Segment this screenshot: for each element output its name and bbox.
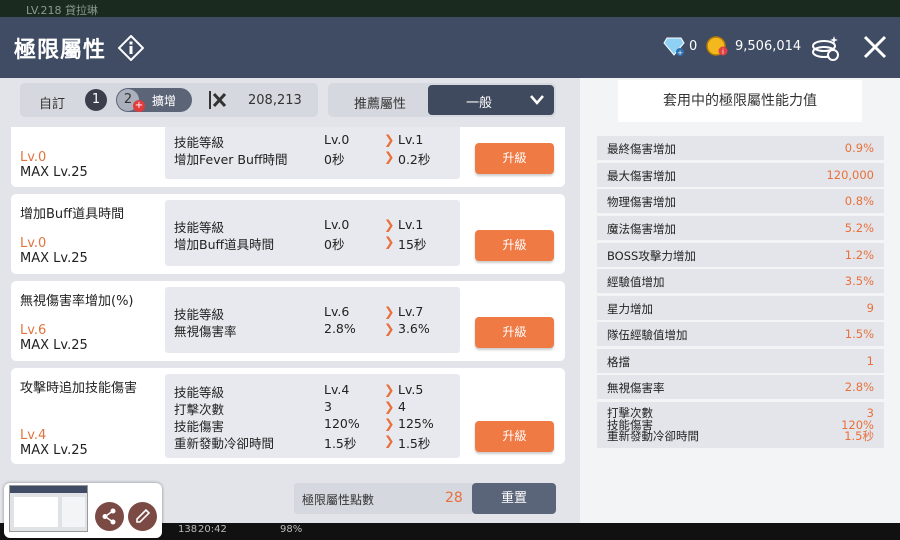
stat-row: 隊伍經驗值增加 1.5% [597,322,884,346]
detail-row: 技能等級 Lv.0 ❯ Lv.1 [174,132,424,150]
skill-max-level: MAX Lv.25 [20,338,88,353]
detail-row: 無視傷害率 2.8% ❯ 3.6% [174,321,430,339]
pencil-icon [136,508,151,523]
plus-badge-icon: + [133,100,145,112]
behind-player-label: LV.218 貸拉琳 [26,4,99,17]
skill-list[interactable]: Lv.0 MAX Lv.25 技能等級 Lv.0 ❯ Lv.1 增加Fever Buf… [0,127,580,467]
close-icon[interactable] [862,34,888,60]
skill-detail-box: 技能等級 Lv.0 ❯ Lv.1 增加Buff道具時間 0秒 ❯ 15秒 [165,200,460,266]
ping-value: 138 [178,524,198,535]
expand-button[interactable]: 2 + 擴增 [116,88,192,112]
detail-row: 打擊次數 3 ❯ 4 [174,399,406,417]
coin-settings-icon[interactable] [808,30,842,64]
skill-max-level: MAX Lv.25 [20,165,88,180]
stats-title: 套用中的極限屬性能力值 [618,80,862,122]
diamond-icon: + [663,37,685,57]
stat-row: 最大傷害增加 120,000 [597,163,884,187]
skill-level: Lv.0 [20,150,47,165]
page-title: 極限屬性 [14,37,107,63]
detail-row: 技能等級 Lv.0 ❯ Lv.1 [174,217,424,235]
svg-text:+: + [677,49,683,57]
custom-label: 自訂 [39,97,66,112]
upgrade-button[interactable]: 升級 [475,317,554,348]
detail-row: 增加Fever Buff時間 0秒 ❯ 0.2秒 [174,149,431,167]
skill-detail-box: 技能等級 Lv.4 ❯ Lv.5 打擊次數 3 ❯ 4 技能傷害 120% ❯ 125% 重新發動… [165,374,460,458]
skill-card: Lv.0 MAX Lv.25 技能等級 Lv.0 ❯ Lv.1 增加Fever Buf… [11,127,565,187]
recommend-dropdown[interactable]: 一般 [428,85,554,115]
recommend-label: 推薦屬性 [354,97,407,112]
reset-button[interactable]: 重置 [472,483,556,514]
skill-max-level: MAX Lv.25 [20,251,88,266]
battery-level: 98% [280,524,303,535]
skill-detail-box: 技能等級 Lv.6 ❯ Lv.7 無視傷害率 2.8% ❯ 3.6% [165,287,460,353]
skill-card: 攻擊時追加技能傷害 Lv.4 MAX Lv.25 技能等級 Lv.4 ❯ Lv.5 打… [11,368,565,464]
detail-row: 技能傷害 120% ❯ 125% [174,416,434,434]
stat-row: 經驗值增加 3.5% [597,269,884,293]
diamond-count: 0 [689,38,698,54]
info-icon[interactable] [118,34,145,61]
skill-level: Lv.6 [20,323,47,338]
chevron-down-icon [530,95,544,105]
screenshot-thumbnail[interactable] [9,485,88,532]
crossed-tools-icon [209,91,227,109]
game-background-bar: LV.218 貸拉琳 [0,0,900,18]
preset-1-button[interactable]: 1 [85,89,107,111]
gold-count: 9,506,014 [735,38,802,54]
points-bar: 極限屬性點數 28 [294,483,474,514]
points-value: 28 [445,490,463,506]
upgrade-button[interactable]: 升級 [475,230,554,261]
stat-row: 魔法傷害增加 5.2% [597,216,884,240]
skill-max-level: MAX Lv.25 [20,443,88,458]
skill-detail-box: 技能等級 Lv.0 ❯ Lv.1 增加Fever Buff時間 0秒 ❯ 0.2秒 [165,127,460,179]
upgrade-button[interactable]: 升級 [475,143,554,174]
gold-currency: i 9,506,014 [705,35,801,57]
detail-row: 技能等級 Lv.6 ❯ Lv.7 [174,304,424,322]
stat-row-multi: 打擊次數 技能傷害 重新發動冷卻時間 3 120% 1.5秒 [597,402,884,448]
skill-card: 無視傷害率增加(%) Lv.6 MAX Lv.25 技能等級 Lv.6 ❯ Lv.7 … [11,281,565,361]
stat-row: 無視傷害率 2.8% [597,375,884,399]
material-count: 208,213 [248,93,302,108]
detail-row: 增加Buff道具時間 0秒 ❯ 15秒 [174,234,427,252]
gold-coin-icon: i [706,36,728,56]
share-button[interactable] [95,502,124,531]
skill-name: 增加Buff道具時間 [20,207,125,222]
stat-row: BOSS攻擊力增加 1.2% [597,243,884,267]
detail-row: 重新發動冷卻時間 1.5秒 ❯ 1.5秒 [174,433,431,451]
stat-row: 最終傷害增加 0.9% [597,136,884,160]
upgrade-button[interactable]: 升級 [475,421,554,452]
diamond-currency: + 0 [663,35,697,57]
points-label: 極限屬性點數 [302,493,375,507]
detail-row: 技能等級 Lv.4 ❯ Lv.5 [174,382,424,400]
skill-level: Lv.0 [20,236,47,251]
skill-card: 增加Buff道具時間 Lv.0 MAX Lv.25 技能等級 Lv.0 ❯ Lv.1 … [11,194,565,274]
stat-row: 物理傷害增加 0.8% [597,189,884,213]
expand-label: 擴增 [152,94,177,108]
svg-text:i: i [722,48,724,56]
share-icon [102,508,116,525]
clock: 20:42 [198,524,227,535]
stat-row: 星力增加 9 [597,296,884,320]
dropdown-value: 一般 [466,96,493,111]
skill-name: 無視傷害率增加(%) [20,294,134,309]
edit-button[interactable] [128,502,157,531]
stat-row: 格擋 1 [597,349,884,373]
skill-name: 攻擊時追加技能傷害 [20,381,138,396]
skill-level: Lv.4 [20,428,47,443]
